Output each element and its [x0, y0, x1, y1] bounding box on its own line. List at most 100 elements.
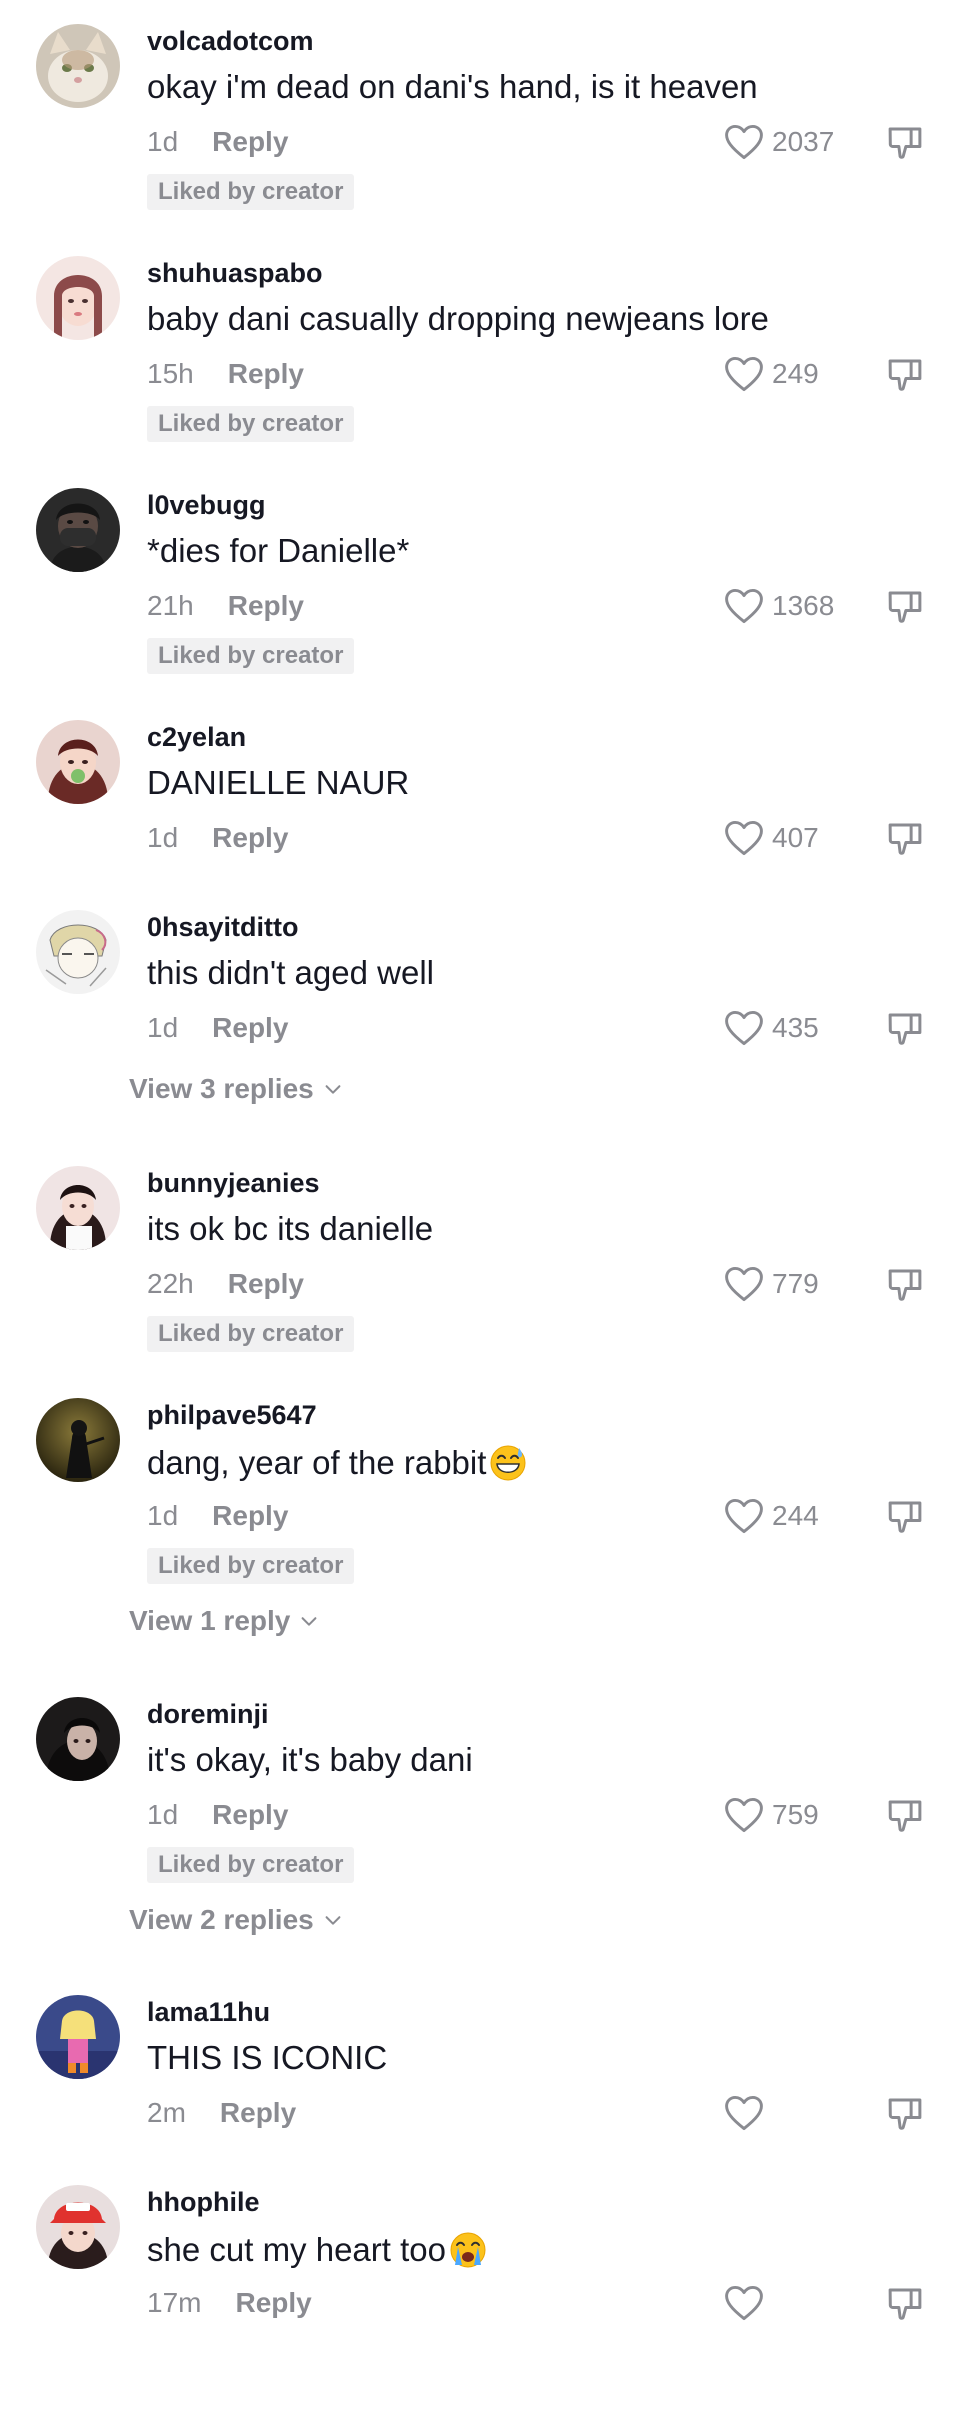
like-count: 779 [772, 1268, 819, 1299]
comment-username[interactable]: c2yelan [147, 722, 246, 753]
liked-by-creator-badge: Liked by creator [147, 638, 355, 674]
view-replies-button[interactable]: View 2 replies [129, 1904, 344, 1936]
avatar[interactable] [36, 1398, 120, 1482]
reply-button[interactable]: Reply [212, 1799, 288, 1830]
comment-time: 1d [147, 1799, 179, 1830]
like-button[interactable]: 2037 [722, 120, 834, 164]
dislike-button[interactable] [884, 1496, 926, 1538]
liked-by-creator-badge: Liked by creator [147, 406, 355, 442]
comment-text: its ok bc its danielle [147, 1210, 434, 1247]
comment-time: 21h [147, 590, 194, 621]
comment-time: 1d [147, 1500, 179, 1531]
heart-outline-icon [725, 2095, 763, 2131]
like-button[interactable]: 244 [722, 1494, 819, 1538]
avatar[interactable] [36, 1697, 120, 1781]
dislike-button[interactable] [884, 1264, 926, 1306]
like-button[interactable]: 249 [722, 352, 819, 396]
comment-meta: 22h Reply [147, 1268, 304, 1300]
comment-meta: 2m Reply [147, 2097, 296, 2129]
avatar[interactable] [36, 1995, 120, 2079]
dislike-button[interactable] [884, 818, 926, 860]
loudly-crying-emoji-icon [448, 2229, 488, 2269]
view-replies-label: View 1 reply [129, 1605, 291, 1636]
view-replies-button[interactable]: View 1 reply [129, 1605, 320, 1637]
liked-by-creator-badge: Liked by creator [147, 1847, 355, 1883]
reply-button[interactable]: Reply [228, 358, 304, 389]
dislike-button[interactable] [884, 122, 926, 164]
comment-time: 2m [147, 2097, 186, 2128]
like-count: 435 [772, 1012, 819, 1043]
avatar[interactable] [36, 910, 120, 994]
avatar[interactable] [36, 1166, 120, 1250]
comment-username[interactable]: 0hsayitditto [147, 912, 299, 943]
comment-meta: 1d Reply [147, 1799, 288, 1831]
view-replies-label: View 2 replies [129, 1904, 314, 1935]
heart-outline-icon [725, 1266, 763, 1302]
comment-meta: 15h Reply [147, 358, 304, 390]
thumbs-down-icon [888, 2098, 922, 2130]
heart-outline-icon [725, 820, 763, 856]
like-count: 759 [772, 1799, 819, 1830]
thumbs-down-icon [888, 823, 922, 855]
heart-outline-icon [725, 588, 763, 624]
dislike-button[interactable] [884, 2093, 926, 2135]
comment-username[interactable]: bunnyjeanies [147, 1168, 320, 1199]
avatar[interactable] [36, 24, 120, 108]
heart-outline-icon [725, 1498, 763, 1534]
comment-text: this didn't aged well [147, 954, 434, 991]
comment-text: DANIELLE NAUR [147, 764, 410, 801]
comment-username[interactable]: l0vebugg [147, 490, 266, 521]
view-replies-label: View 3 replies [129, 1073, 314, 1104]
like-button[interactable] [722, 2281, 772, 2325]
comment-text: it's okay, it's baby dani [147, 1741, 473, 1778]
dislike-button[interactable] [884, 1795, 926, 1837]
comment-username[interactable]: volcadotcom [147, 26, 314, 57]
like-button[interactable]: 759 [722, 1793, 819, 1837]
reply-button[interactable]: Reply [235, 2287, 311, 2318]
comment-text: *dies for Danielle* [147, 532, 410, 569]
like-button[interactable]: 435 [722, 1006, 819, 1050]
comment-meta: 1d Reply [147, 822, 288, 854]
like-button[interactable]: 407 [722, 816, 819, 860]
like-count: 249 [772, 358, 819, 389]
reply-button[interactable]: Reply [212, 126, 288, 157]
dislike-button[interactable] [884, 2283, 926, 2325]
like-button[interactable] [722, 2091, 772, 2135]
reply-button[interactable]: Reply [212, 1012, 288, 1043]
comment-username[interactable]: doreminji [147, 1699, 269, 1730]
comment-time: 17m [147, 2287, 202, 2318]
comment-username[interactable]: philpave5647 [147, 1400, 317, 1431]
comment-time: 1d [147, 822, 179, 853]
avatar[interactable] [36, 2185, 120, 2269]
comment-meta: 1d Reply [147, 1012, 288, 1044]
like-count: 2037 [772, 126, 835, 157]
thumbs-down-icon [888, 127, 922, 159]
thumbs-down-icon [888, 1501, 922, 1533]
comment-text: baby dani casually dropping newjeans lor… [147, 300, 769, 337]
reply-button[interactable]: Reply [228, 590, 304, 621]
liked-by-creator-badge: Liked by creator [147, 174, 355, 210]
reply-button[interactable]: Reply [220, 2097, 296, 2128]
dislike-button[interactable] [884, 586, 926, 628]
heart-outline-icon [725, 2285, 763, 2321]
thumbs-down-icon [888, 591, 922, 623]
reply-button[interactable]: Reply [228, 1268, 304, 1299]
avatar[interactable] [36, 488, 120, 572]
heart-outline-icon [725, 356, 763, 392]
avatar[interactable] [36, 256, 120, 340]
comment-text-content: she cut my heart too [147, 2231, 446, 2268]
dislike-button[interactable] [884, 1008, 926, 1050]
comment-text: okay i'm dead on dani's hand, is it heav… [147, 68, 758, 105]
comment-meta: 21h Reply [147, 590, 304, 622]
like-button[interactable]: 779 [722, 1262, 819, 1306]
reply-button[interactable]: Reply [212, 1500, 288, 1531]
avatar[interactable] [36, 720, 120, 804]
comment-text: dang, year of the rabbit [147, 1442, 528, 1482]
view-replies-button[interactable]: View 3 replies [129, 1073, 344, 1105]
reply-button[interactable]: Reply [212, 822, 288, 853]
comment-username[interactable]: lama11hu [147, 1997, 270, 2028]
like-button[interactable]: 1368 [722, 584, 834, 628]
comment-username[interactable]: hhophile [147, 2187, 259, 2218]
comment-username[interactable]: shuhuaspabo [147, 258, 323, 289]
dislike-button[interactable] [884, 354, 926, 396]
